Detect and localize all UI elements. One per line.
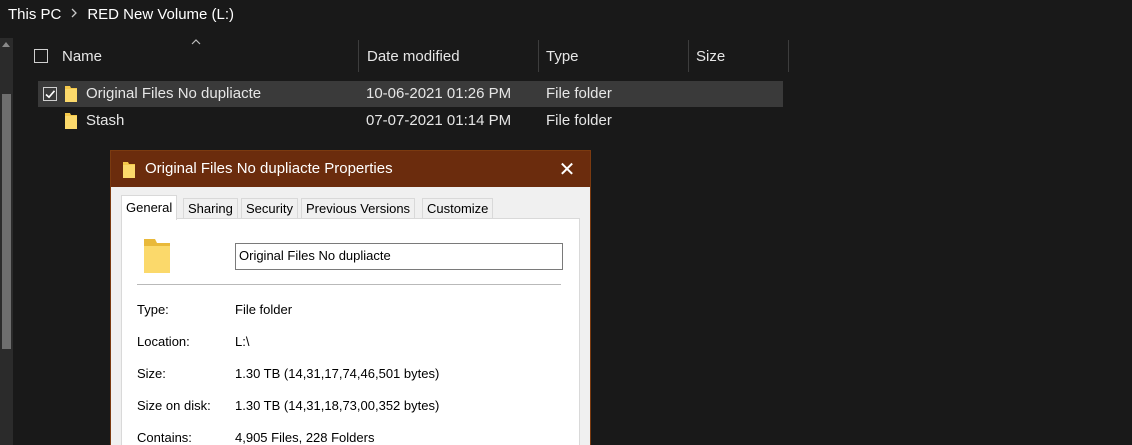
column-divider[interactable] <box>688 40 689 72</box>
column-header-size[interactable]: Size <box>696 40 725 72</box>
tab-sharing[interactable]: Sharing <box>183 198 238 219</box>
select-all-checkbox[interactable] <box>34 49 48 63</box>
file-type: File folder <box>546 85 612 102</box>
breadcrumb: This PC RED New Volume (L:) <box>0 0 1132 28</box>
breadcrumb-volume[interactable]: RED New Volume (L:) <box>87 6 234 23</box>
tab-general[interactable]: General <box>121 195 178 220</box>
folder-icon <box>65 113 77 129</box>
dialog-titlebar[interactable]: Original Files No dupliacte Properties ✕ <box>111 151 590 187</box>
property-label-type: Type: <box>137 302 169 317</box>
close-icon: ✕ <box>558 158 576 181</box>
column-divider[interactable] <box>538 40 539 72</box>
file-row[interactable]: Stash 07-07-2021 01:14 PM File folder <box>38 108 783 134</box>
property-value-contains: 4,905 Files, 228 Folders <box>235 430 375 445</box>
column-divider[interactable] <box>788 40 789 72</box>
tab-previous-versions[interactable]: Previous Versions <box>301 198 416 219</box>
tab-customize[interactable]: Customize <box>422 198 494 219</box>
property-value-size-on-disk: 1.30 TB (14,31,18,73,00,352 bytes) <box>235 398 440 413</box>
folder-name-input[interactable]: Original Files No dupliacte <box>235 243 563 270</box>
scroll-up-arrow-icon[interactable] <box>2 42 10 47</box>
property-label-contains: Contains: <box>137 430 192 445</box>
column-header-name[interactable]: Name <box>62 40 102 72</box>
property-value-type: File folder <box>235 302 293 317</box>
file-type: File folder <box>546 112 612 129</box>
file-name[interactable]: Stash <box>86 108 124 134</box>
dialog-title: Original Files No dupliacte Properties <box>145 160 393 177</box>
property-label-size-on-disk: Size on disk: <box>137 398 211 413</box>
tab-security[interactable]: Security <box>241 198 298 219</box>
scrollbar-thumb[interactable] <box>2 94 11 349</box>
close-button[interactable]: ✕ <box>544 151 590 187</box>
property-value-size: 1.30 TB (14,31,17,74,46,501 bytes) <box>235 366 440 381</box>
column-header-date-modified[interactable]: Date modified <box>367 40 460 72</box>
divider <box>137 284 561 285</box>
column-header-type[interactable]: Type <box>546 40 579 72</box>
column-divider[interactable] <box>358 40 359 72</box>
file-name[interactable]: Original Files No dupliacte <box>86 81 261 107</box>
row-checkbox[interactable] <box>43 87 57 101</box>
chevron-right-icon[interactable] <box>65 7 83 21</box>
file-row[interactable]: Original Files No dupliacte 10-06-2021 0… <box>38 81 783 107</box>
folder-icon <box>123 162 135 178</box>
file-date-modified: 07-07-2021 01:14 PM <box>366 112 512 129</box>
breadcrumb-this-pc[interactable]: This PC <box>8 6 61 23</box>
folder-icon <box>144 239 170 273</box>
file-date-modified: 10-06-2021 01:26 PM <box>366 85 512 102</box>
property-label-size: Size: <box>137 366 166 381</box>
property-value-location: L:\ <box>235 334 250 349</box>
property-label-location: Location: <box>137 334 190 349</box>
nav-pane-scrollbar[interactable] <box>0 38 13 445</box>
properties-dialog: Original Files No dupliacte Properties ✕… <box>110 150 591 445</box>
sort-ascending-icon <box>191 39 201 45</box>
folder-icon <box>65 86 77 102</box>
